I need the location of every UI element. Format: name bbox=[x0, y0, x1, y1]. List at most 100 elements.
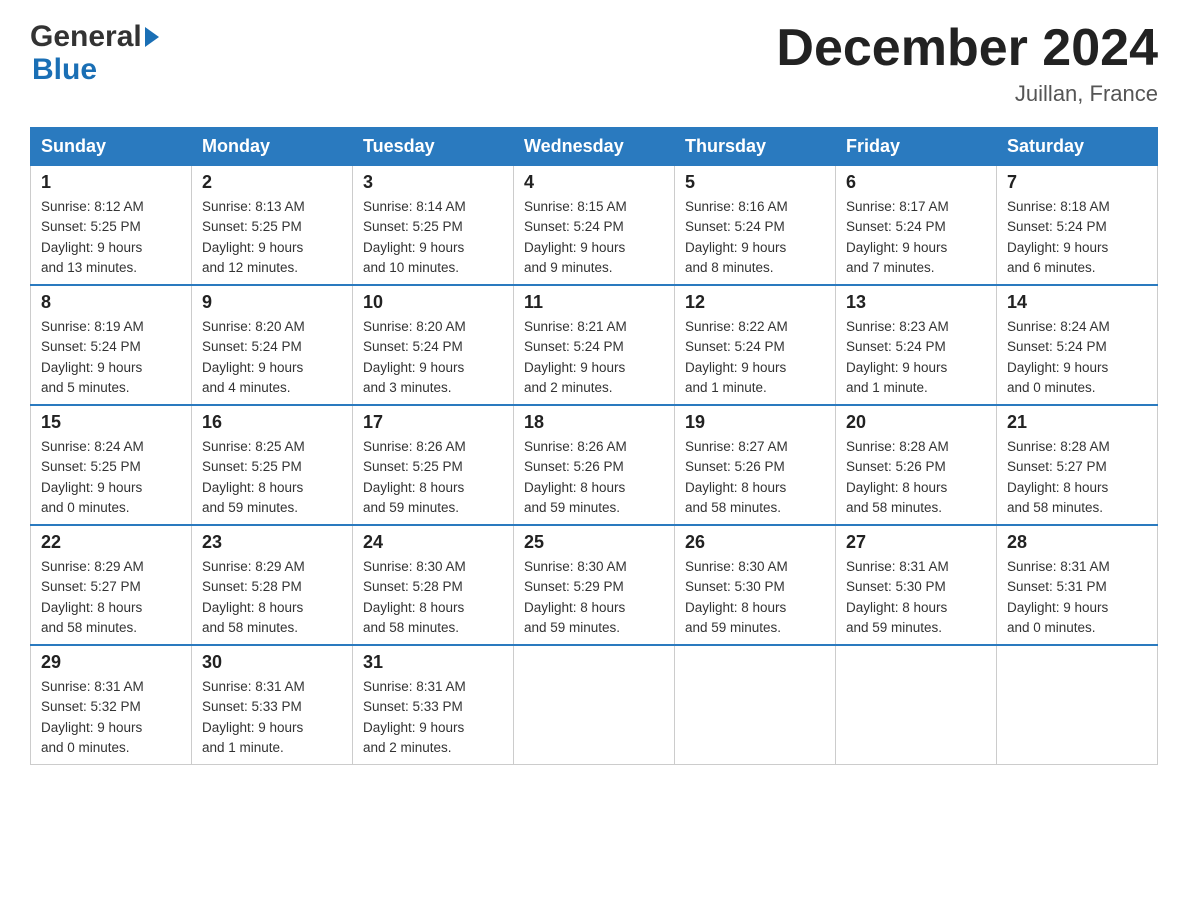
calendar-day-cell: 16 Sunrise: 8:25 AMSunset: 5:25 PMDayligh… bbox=[192, 405, 353, 525]
day-number: 5 bbox=[685, 172, 825, 193]
day-info: Sunrise: 8:28 AMSunset: 5:27 PMDaylight:… bbox=[1007, 437, 1147, 518]
day-info: Sunrise: 8:24 AMSunset: 5:24 PMDaylight:… bbox=[1007, 317, 1147, 398]
day-number: 2 bbox=[202, 172, 342, 193]
day-info: Sunrise: 8:24 AMSunset: 5:25 PMDaylight:… bbox=[41, 437, 181, 518]
day-info: Sunrise: 8:31 AMSunset: 5:33 PMDaylight:… bbox=[202, 677, 342, 758]
day-number: 19 bbox=[685, 412, 825, 433]
day-info: Sunrise: 8:17 AMSunset: 5:24 PMDaylight:… bbox=[846, 197, 986, 278]
day-info: Sunrise: 8:13 AMSunset: 5:25 PMDaylight:… bbox=[202, 197, 342, 278]
day-number: 16 bbox=[202, 412, 342, 433]
day-number: 4 bbox=[524, 172, 664, 193]
calendar-day-cell: 25 Sunrise: 8:30 AMSunset: 5:29 PMDayligh… bbox=[514, 525, 675, 645]
calendar-day-cell: 13 Sunrise: 8:23 AMSunset: 5:24 PMDayligh… bbox=[836, 285, 997, 405]
day-info: Sunrise: 8:31 AMSunset: 5:30 PMDaylight:… bbox=[846, 557, 986, 638]
day-info: Sunrise: 8:30 AMSunset: 5:30 PMDaylight:… bbox=[685, 557, 825, 638]
calendar-week-row: 1Sunrise: 8:12 AMSunset: 5:25 PMDaylight… bbox=[31, 166, 1158, 286]
day-number: 20 bbox=[846, 412, 986, 433]
calendar-week-row: 22Sunrise: 8:29 AMSunset: 5:27 PMDayligh… bbox=[31, 525, 1158, 645]
day-number: 31 bbox=[363, 652, 503, 673]
day-info: Sunrise: 8:26 AMSunset: 5:26 PMDaylight:… bbox=[524, 437, 664, 518]
day-info: Sunrise: 8:20 AMSunset: 5:24 PMDaylight:… bbox=[363, 317, 503, 398]
day-number: 28 bbox=[1007, 532, 1147, 553]
day-info: Sunrise: 8:22 AMSunset: 5:24 PMDaylight:… bbox=[685, 317, 825, 398]
empty-cell bbox=[836, 645, 997, 765]
day-info: Sunrise: 8:30 AMSunset: 5:28 PMDaylight:… bbox=[363, 557, 503, 638]
day-number: 26 bbox=[685, 532, 825, 553]
calendar-day-cell: 3Sunrise: 8:14 AMSunset: 5:25 PMDaylight… bbox=[353, 166, 514, 286]
calendar-day-cell: 1Sunrise: 8:12 AMSunset: 5:25 PMDaylight… bbox=[31, 166, 192, 286]
day-number: 10 bbox=[363, 292, 503, 313]
calendar-week-row: 8 Sunrise: 8:19 AMSunset: 5:24 PMDaylight… bbox=[31, 285, 1158, 405]
title-block: December 2024 Juillan, France bbox=[776, 20, 1158, 107]
day-number: 9 bbox=[202, 292, 342, 313]
day-number: 17 bbox=[363, 412, 503, 433]
page-header: General Blue December 2024 Juillan, Fran… bbox=[30, 20, 1158, 107]
day-number: 8 bbox=[41, 292, 181, 313]
day-number: 21 bbox=[1007, 412, 1147, 433]
weekday-header-monday: Monday bbox=[192, 128, 353, 166]
day-info: Sunrise: 8:28 AMSunset: 5:26 PMDaylight:… bbox=[846, 437, 986, 518]
calendar-day-cell: 9 Sunrise: 8:20 AMSunset: 5:24 PMDaylight… bbox=[192, 285, 353, 405]
day-number: 24 bbox=[363, 532, 503, 553]
logo: General Blue bbox=[30, 20, 159, 86]
weekday-header-thursday: Thursday bbox=[675, 128, 836, 166]
calendar-day-cell: 4 Sunrise: 8:15 AMSunset: 5:24 PMDaylight… bbox=[514, 166, 675, 286]
calendar-day-cell: 30 Sunrise: 8:31 AMSunset: 5:33 PMDayligh… bbox=[192, 645, 353, 765]
day-number: 25 bbox=[524, 532, 664, 553]
empty-cell bbox=[514, 645, 675, 765]
weekday-header-tuesday: Tuesday bbox=[353, 128, 514, 166]
calendar-day-cell: 31 Sunrise: 8:31 AMSunset: 5:33 PMDayligh… bbox=[353, 645, 514, 765]
day-number: 22 bbox=[41, 532, 181, 553]
weekday-header-row: SundayMondayTuesdayWednesdayThursdayFrid… bbox=[31, 128, 1158, 166]
day-info: Sunrise: 8:27 AMSunset: 5:26 PMDaylight:… bbox=[685, 437, 825, 518]
day-info: Sunrise: 8:14 AMSunset: 5:25 PMDaylight:… bbox=[363, 197, 503, 278]
day-number: 13 bbox=[846, 292, 986, 313]
weekday-header-saturday: Saturday bbox=[997, 128, 1158, 166]
day-number: 14 bbox=[1007, 292, 1147, 313]
calendar-day-cell: 10 Sunrise: 8:20 AMSunset: 5:24 PMDayligh… bbox=[353, 285, 514, 405]
day-number: 15 bbox=[41, 412, 181, 433]
day-number: 7 bbox=[1007, 172, 1147, 193]
day-info: Sunrise: 8:19 AMSunset: 5:24 PMDaylight:… bbox=[41, 317, 181, 398]
calendar-day-cell: 12Sunrise: 8:22 AMSunset: 5:24 PMDayligh… bbox=[675, 285, 836, 405]
calendar-day-cell: 18 Sunrise: 8:26 AMSunset: 5:26 PMDayligh… bbox=[514, 405, 675, 525]
calendar-day-cell: 26 Sunrise: 8:30 AMSunset: 5:30 PMDayligh… bbox=[675, 525, 836, 645]
logo-arrow-icon bbox=[145, 27, 159, 47]
day-info: Sunrise: 8:12 AMSunset: 5:25 PMDaylight:… bbox=[41, 197, 181, 278]
calendar-week-row: 29Sunrise: 8:31 AMSunset: 5:32 PMDayligh… bbox=[31, 645, 1158, 765]
month-title: December 2024 bbox=[776, 20, 1158, 77]
day-number: 30 bbox=[202, 652, 342, 673]
day-info: Sunrise: 8:23 AMSunset: 5:24 PMDaylight:… bbox=[846, 317, 986, 398]
weekday-header-wednesday: Wednesday bbox=[514, 128, 675, 166]
day-number: 6 bbox=[846, 172, 986, 193]
day-info: Sunrise: 8:31 AMSunset: 5:31 PMDaylight:… bbox=[1007, 557, 1147, 638]
day-info: Sunrise: 8:16 AMSunset: 5:24 PMDaylight:… bbox=[685, 197, 825, 278]
calendar-table: SundayMondayTuesdayWednesdayThursdayFrid… bbox=[30, 127, 1158, 765]
weekday-header-friday: Friday bbox=[836, 128, 997, 166]
day-info: Sunrise: 8:21 AMSunset: 5:24 PMDaylight:… bbox=[524, 317, 664, 398]
calendar-day-cell: 7 Sunrise: 8:18 AMSunset: 5:24 PMDaylight… bbox=[997, 166, 1158, 286]
day-info: Sunrise: 8:31 AMSunset: 5:33 PMDaylight:… bbox=[363, 677, 503, 758]
calendar-day-cell: 15 Sunrise: 8:24 AMSunset: 5:25 PMDayligh… bbox=[31, 405, 192, 525]
day-info: Sunrise: 8:20 AMSunset: 5:24 PMDaylight:… bbox=[202, 317, 342, 398]
logo-blue-text: Blue bbox=[30, 53, 159, 86]
calendar-day-cell: 6 Sunrise: 8:17 AMSunset: 5:24 PMDaylight… bbox=[836, 166, 997, 286]
day-number: 18 bbox=[524, 412, 664, 433]
calendar-week-row: 15 Sunrise: 8:24 AMSunset: 5:25 PMDayligh… bbox=[31, 405, 1158, 525]
calendar-day-cell: 22Sunrise: 8:29 AMSunset: 5:27 PMDayligh… bbox=[31, 525, 192, 645]
day-number: 29 bbox=[41, 652, 181, 673]
empty-cell bbox=[675, 645, 836, 765]
day-number: 23 bbox=[202, 532, 342, 553]
day-info: Sunrise: 8:29 AMSunset: 5:28 PMDaylight:… bbox=[202, 557, 342, 638]
calendar-day-cell: 11 Sunrise: 8:21 AMSunset: 5:24 PMDayligh… bbox=[514, 285, 675, 405]
empty-cell bbox=[997, 645, 1158, 765]
day-info: Sunrise: 8:25 AMSunset: 5:25 PMDaylight:… bbox=[202, 437, 342, 518]
calendar-day-cell: 8 Sunrise: 8:19 AMSunset: 5:24 PMDaylight… bbox=[31, 285, 192, 405]
day-info: Sunrise: 8:18 AMSunset: 5:24 PMDaylight:… bbox=[1007, 197, 1147, 278]
day-info: Sunrise: 8:15 AMSunset: 5:24 PMDaylight:… bbox=[524, 197, 664, 278]
calendar-day-cell: 29Sunrise: 8:31 AMSunset: 5:32 PMDayligh… bbox=[31, 645, 192, 765]
day-info: Sunrise: 8:30 AMSunset: 5:29 PMDaylight:… bbox=[524, 557, 664, 638]
calendar-day-cell: 2 Sunrise: 8:13 AMSunset: 5:25 PMDaylight… bbox=[192, 166, 353, 286]
day-number: 11 bbox=[524, 292, 664, 313]
calendar-day-cell: 28 Sunrise: 8:31 AMSunset: 5:31 PMDayligh… bbox=[997, 525, 1158, 645]
